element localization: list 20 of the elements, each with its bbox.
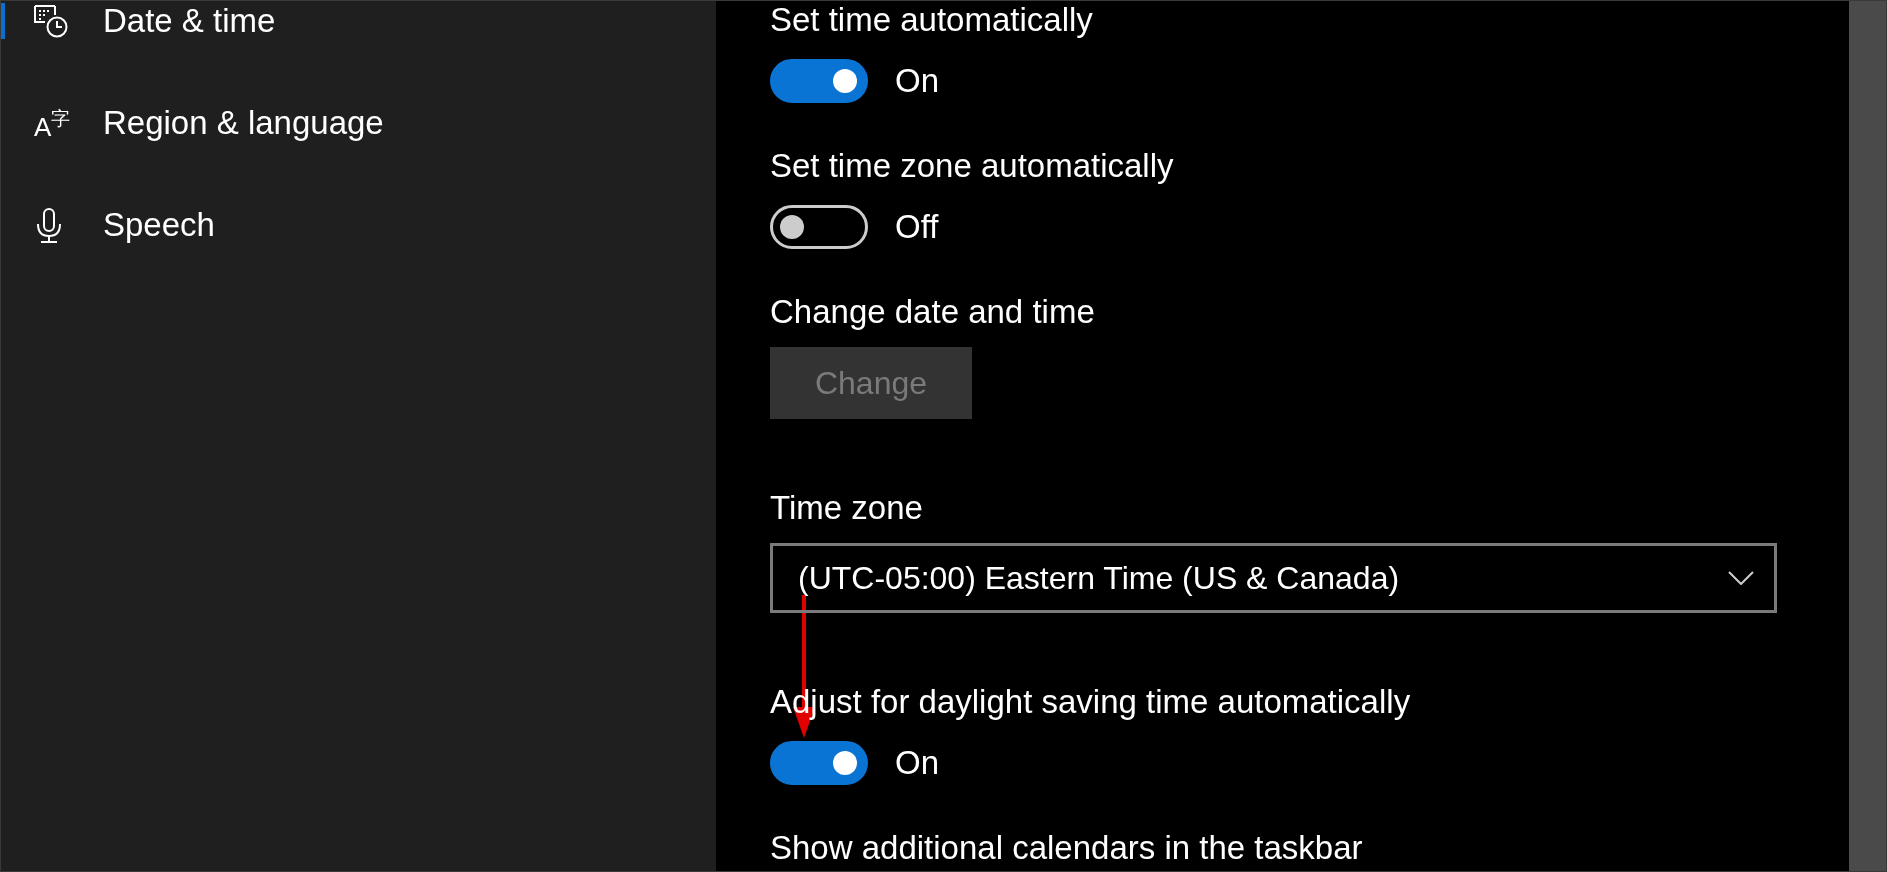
toggle-state-text: Off — [895, 207, 939, 247]
sidebar-item[interactable]: Date & time — [1, 1, 276, 41]
setting-label: Show additional calendars in the taskbar — [770, 829, 1363, 867]
toggle-switch[interactable] — [770, 59, 868, 103]
microphone-icon — [36, 207, 62, 243]
sidebar-item[interactable]: A$^{字}$ Region & language — [1, 103, 384, 143]
scrollbar[interactable] — [1849, 1, 1886, 871]
toggle-switch[interactable] — [770, 741, 868, 785]
setting-label: Set time automatically — [770, 1, 1093, 39]
toggle-state-text: On — [895, 743, 940, 783]
sidebar-item[interactable]: Speech — [1, 205, 215, 245]
setting-label: Time zone — [770, 489, 923, 527]
setting-label: Set time zone automatically — [770, 147, 1174, 185]
toggle-switch[interactable] — [770, 205, 868, 249]
setting-label: Change date and time — [770, 293, 1095, 331]
toggle-state-text: On — [895, 61, 940, 101]
language-icon: A$^{字}$ — [34, 102, 68, 144]
calendar-clock-icon — [34, 4, 68, 38]
time-zone-dropdown[interactable]: (UTC-05:00) Eastern Time (US & Canada) — [770, 543, 1777, 613]
chevron-down-icon — [1728, 571, 1754, 585]
